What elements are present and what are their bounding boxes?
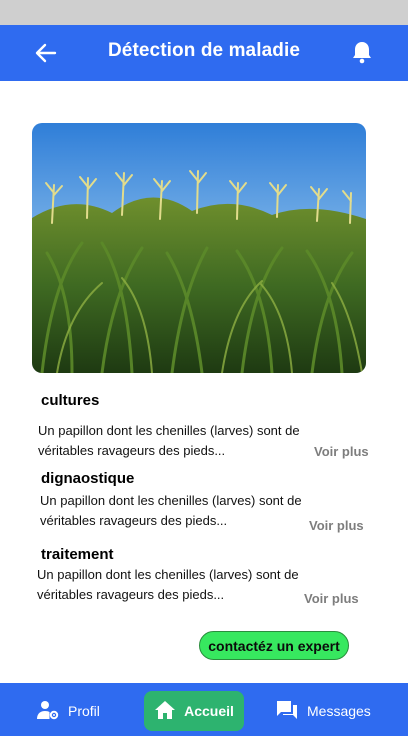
home-icon <box>154 700 176 723</box>
bottom-navigation: Profil Accueil Messages <box>0 683 408 736</box>
see-more-link-diagnostic[interactable]: Voir plus <box>309 518 364 533</box>
corn-field-image <box>32 123 366 373</box>
nav-item-messages[interactable]: Messages <box>275 691 371 731</box>
user-settings-icon <box>36 699 60 724</box>
page-title: Détection de maladie <box>107 40 301 61</box>
see-more-link-traitement[interactable]: Voir plus <box>304 591 359 606</box>
nav-item-accueil[interactable]: Accueil <box>144 691 244 731</box>
app-bar: Détection de maladie <box>0 25 408 81</box>
section-description-diagnostic: Un papillon dont les chenilles (larves) … <box>40 493 302 528</box>
section-description-cultures: Un papillon dont les chenilles (larves) … <box>38 423 300 458</box>
section-title-diagnostic: dignaostique <box>41 470 135 487</box>
chat-icon <box>275 699 299 724</box>
nav-label-accueil: Accueil <box>184 703 234 719</box>
section-title-cultures: cultures <box>41 392 100 409</box>
contact-expert-button[interactable]: contactéz un expert <box>199 631 349 660</box>
nav-item-profil[interactable]: Profil <box>36 691 100 731</box>
section-description-traitement: Un papillon dont les chenilles (larves) … <box>37 567 299 602</box>
nav-label-profil: Profil <box>68 703 100 719</box>
arrow-left-icon[interactable] <box>33 40 59 66</box>
section-title-traitement: traitement <box>41 546 114 563</box>
nav-label-messages: Messages <box>307 703 371 719</box>
see-more-link-cultures[interactable]: Voir plus <box>314 444 369 459</box>
bell-icon[interactable] <box>350 39 374 65</box>
status-strip <box>0 0 408 25</box>
